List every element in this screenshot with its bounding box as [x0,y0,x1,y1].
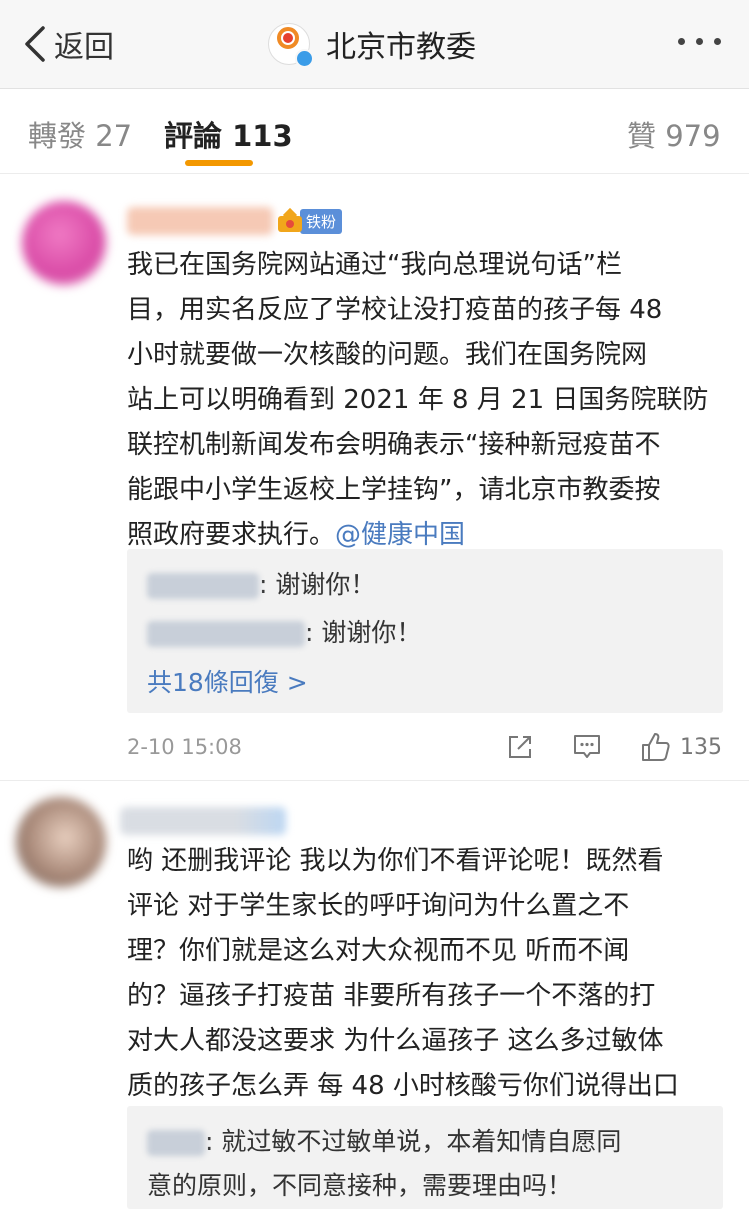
comment-line: 我已在国务院网站通过“我向总理说句话”栏 [127,250,622,280]
comment-icon [574,735,600,758]
reply-item[interactable]: : 就过敏不过敏单说，本着知情自愿同 [147,1122,621,1158]
reply-text: 意的原则，不同意接种，需要理由吗！ [147,1171,573,1200]
fan-badge-label: 铁粉 [300,208,343,234]
top-nav-bar: 返回 北京市教委 [0,0,749,89]
reply-username-redacted [147,621,305,647]
reply-text: : 就过敏不过敏单说，本着知情自愿同 [205,1127,622,1156]
reply-item[interactable]: : 谢谢你！ [147,565,375,601]
account-logo [268,23,314,68]
reply-button[interactable] [572,733,602,761]
fan-badge: 铁粉 [278,207,343,234]
comment-line: 评论 对于学生家长的呼吁询问为什么置之不 [127,891,630,921]
mention-link[interactable]: @健康中国 [335,520,465,550]
comment-text: 我已在国务院网站通过“我向总理说句话”栏 目，用实名反应了学校让没打疫苗的孩子每… [127,243,727,558]
comment-line: 目，用实名反应了学校让没打疫苗的孩子每 48 [127,295,663,325]
account-header[interactable]: 北京市教委 [268,20,476,68]
username-redacted[interactable] [120,807,286,835]
comment-item: 哟 还删我评论 我以为你们不看评论呢！既然看 评论 对于学生家长的呼吁询问为什么… [0,781,749,1209]
tab-likes[interactable]: 贊 979 [627,113,721,155]
comment-text: 哟 还删我评论 我以为你们不看评论呢！既然看 评论 对于学生家长的呼吁询问为什么… [127,839,727,1109]
comment-line: 对大人都没这要求 为什么逼孩子 这么多过敏体 [127,1026,664,1056]
more-dots-icon[interactable] [678,38,721,45]
comment-line: 理？你们就是这么对大众视而不见 听而不闻 [127,936,630,966]
active-tab-indicator [185,160,253,166]
chevron-left-icon [25,26,45,62]
reply-text: : 谢谢你！ [305,618,422,647]
comment-line: 能跟中小学生返校上学挂钩”，请北京市教委按 [127,475,661,505]
reply-item[interactable]: 意的原则，不同意接种，需要理由吗！ [147,1166,572,1202]
tab-reposts[interactable]: 轉發 27 [28,113,132,155]
tab-bar: 轉發 27 評論 113 贊 979 [0,89,749,174]
thumbs-up-icon [642,733,670,761]
comment-line: 站上可以明确看到 2021 年 8 月 21 日国务院联防 [127,385,709,415]
view-all-replies-link[interactable]: 共18條回復 > [147,663,308,699]
reply-box: : 谢谢你！ : 谢谢你！ 共18條回復 > [127,549,723,713]
comment-timestamp: 2-10 15:08 [127,735,242,759]
reply-item[interactable]: : 谢谢你！ [147,613,421,649]
back-label: 返回 [54,30,114,65]
reply-text: : 谢谢你！ [259,570,376,599]
like-button[interactable]: 135 [640,731,722,763]
page-title: 北京市教委 [326,30,476,65]
crown-icon [278,207,302,232]
comment-line: 小时就要做一次核酸的问题。我们在国务院网 [127,340,648,370]
back-button[interactable]: 返回 [22,22,114,66]
comment-line: 哟 还删我评论 我以为你们不看评论呢！既然看 [127,846,664,876]
share-icon [509,736,531,758]
tab-comments[interactable]: 評論 113 [164,113,293,155]
comment-line: 质的孩子怎么弄 每 48 小时核酸亏你们说得出口 [127,1071,679,1101]
comment-line: 照政府要求执行。 [127,520,336,550]
avatar[interactable] [22,201,106,285]
reply-username-redacted [147,573,259,599]
comment-actions: 135 [506,731,722,763]
comment-item: 铁粉 我已在国务院网站通过“我向总理说句话”栏 目，用实名反应了学校让没打疫苗的… [0,175,749,780]
comment-line: 的？逼孩子打疫苗 非要所有孩子一个不落的打 [127,981,656,1011]
comment-line: 联控机制新闻发布会明确表示“接种新冠疫苗不 [127,430,661,460]
username-redacted[interactable] [127,207,273,235]
share-button[interactable] [506,733,534,761]
reply-username-redacted [147,1130,205,1156]
reply-box: : 就过敏不过敏单说，本着知情自愿同 意的原则，不同意接种，需要理由吗！ [127,1106,723,1209]
verified-icon [295,49,314,68]
avatar[interactable] [16,797,106,887]
like-count: 135 [680,734,722,760]
